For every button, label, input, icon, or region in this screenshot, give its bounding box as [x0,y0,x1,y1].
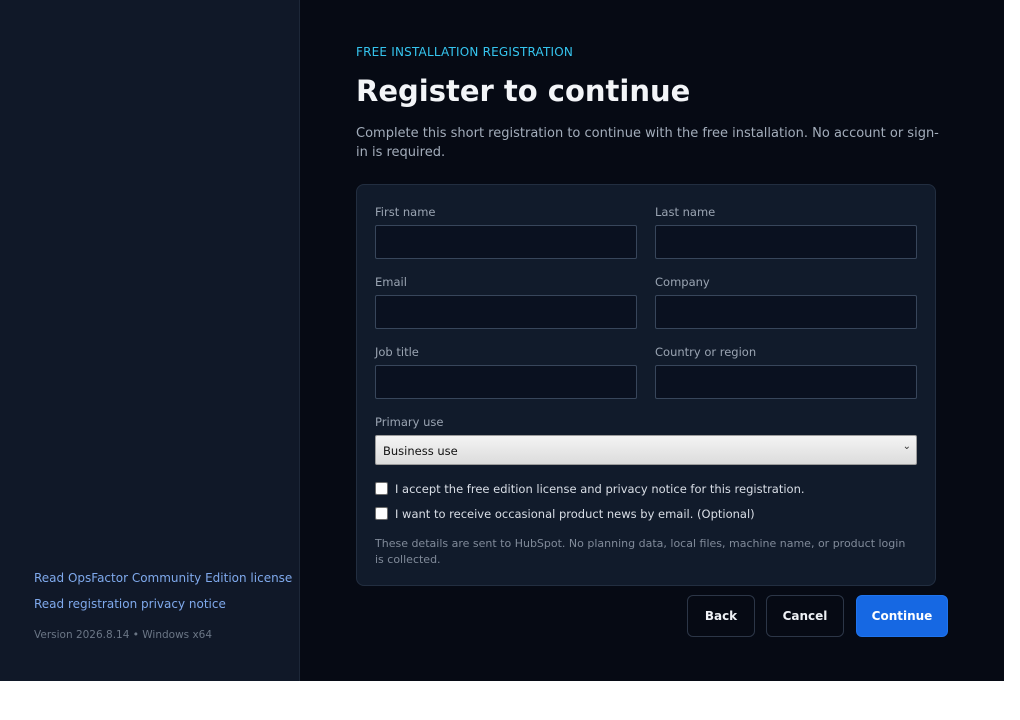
job-title-field[interactable] [375,365,637,399]
primary-use-label: Primary use [375,415,444,429]
back-button[interactable]: Back [687,595,755,637]
primary-use-select[interactable]: Business use ⌄ [375,435,917,465]
job-title-label: Job title [375,345,419,359]
accept-license-label[interactable]: I accept the free edition license and pr… [395,482,805,496]
eyebrow-label: FREE INSTALLATION REGISTRATION [356,45,574,59]
chevron-down-icon: ⌄ [902,441,911,452]
privacy-notice-link[interactable]: Read registration privacy notice [34,597,226,611]
main-content: FREE INSTALLATION REGISTRATION Register … [300,0,1004,681]
license-link[interactable]: Read OpsFactor Community Edition license [34,571,292,585]
cancel-button[interactable]: Cancel [766,595,844,637]
country-field[interactable] [655,365,917,399]
last-name-field[interactable] [655,225,917,259]
accept-license-checkbox[interactable] [375,482,388,495]
last-name-label: Last name [655,205,716,219]
page-subtitle: Complete this short registration to cont… [356,126,939,160]
email-label: Email [375,275,407,289]
primary-use-value: Business use [383,444,458,458]
company-field[interactable] [655,295,917,329]
privacy-note: These details are sent to HubSpot. No pl… [375,537,906,566]
registration-form: First name Last name Email Company Job t… [356,184,936,586]
first-name-label: First name [375,205,436,219]
first-name-field[interactable] [375,225,637,259]
sidebar: Read OpsFactor Community Edition license… [0,0,300,681]
continue-button[interactable]: Continue [856,595,948,637]
page-title: Register to continue [356,74,691,108]
product-news-label[interactable]: I want to receive occasional product new… [395,507,755,521]
installer-window: Read OpsFactor Community Edition license… [0,0,1004,681]
version-text: Version 2026.8.14 • Windows x64 [34,629,213,641]
product-news-checkbox[interactable] [375,507,388,520]
company-label: Company [655,275,710,289]
email-field[interactable] [375,295,637,329]
country-label: Country or region [655,345,757,359]
